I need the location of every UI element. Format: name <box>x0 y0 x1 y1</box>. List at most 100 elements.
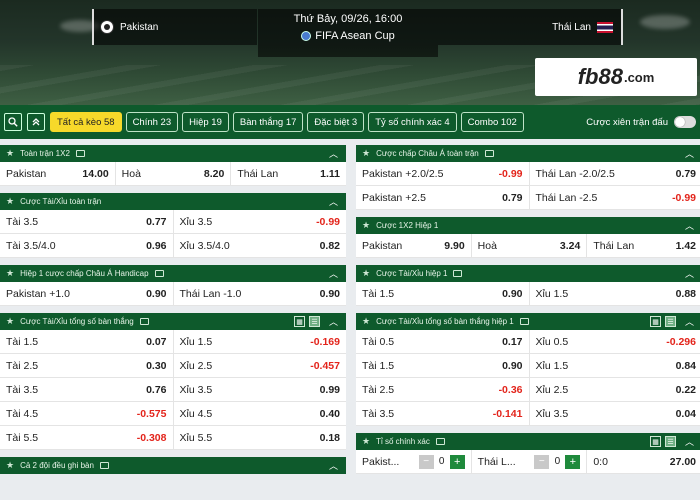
left-market-column: ★ Toàn trận 1X2 ︿ Pakistan 14.00 Hoà 8.20 … <box>0 145 346 481</box>
tab-main[interactable]: Chính 23 <box>125 112 179 132</box>
tab-goals[interactable]: Bàn thắng 17 <box>232 112 304 132</box>
odds-cell[interactable]: Tài 2.5 -0.36 <box>356 378 530 401</box>
panel-header[interactable]: ★ Tỉ số chính xác ▦ ☰ ︿ <box>356 433 700 450</box>
odds-cell[interactable]: Xỉu 2.5 -0.457 <box>174 354 347 377</box>
panel-header[interactable]: ★ Toàn trận 1X2 ︿ <box>0 145 346 162</box>
odds-cell[interactable]: Xỉu 3.5 -0.99 <box>174 210 347 233</box>
panel-header[interactable]: ★ Cả 2 đội đều ghi bàn ︿ <box>0 457 346 474</box>
tab-combo[interactable]: Combo 102 <box>460 112 524 132</box>
odds-cell[interactable]: Tài 3.5 -0.141 <box>356 402 530 425</box>
chevron-up-icon[interactable]: ︿ <box>329 267 338 280</box>
odds-cell[interactable]: Tài 3.5 0.77 <box>0 210 174 233</box>
odds-cell[interactable]: Tài 1.5 0.90 <box>356 282 530 305</box>
live-tv-icon <box>484 150 494 157</box>
away-minus-button[interactable]: − <box>534 454 550 469</box>
odds-cell[interactable]: Xỉu 2.5 0.22 <box>530 378 700 401</box>
grid-view-icon[interactable]: ▦ <box>294 316 305 327</box>
chevron-up-icon[interactable]: ︿ <box>685 435 694 448</box>
chevron-up-icon[interactable]: ︿ <box>685 315 694 328</box>
odds-cell[interactable]: Thái Lan -1.0 0.90 <box>174 282 347 305</box>
star-icon[interactable]: ★ <box>6 268 14 279</box>
tab-correct-score[interactable]: Tỷ số chính xác 4 <box>368 112 457 132</box>
home-minus-button[interactable]: − <box>418 454 434 469</box>
star-icon[interactable]: ★ <box>6 460 14 471</box>
odds-cell[interactable]: Tài 1.5 0.07 <box>0 330 174 353</box>
chevron-up-icon[interactable]: ︿ <box>685 147 694 160</box>
panel-header[interactable]: ★ Cược 1X2 Hiệp 1 ︿ <box>356 217 700 234</box>
odds-cell[interactable]: Hoà 3.24 <box>472 234 588 257</box>
panel-header[interactable]: ★ Cược Tài/Xỉu tổng số bàn thắng ▦ ☰ ︿ <box>0 313 346 330</box>
tab-half[interactable]: Hiệp 19 <box>182 112 229 132</box>
list-view-icon[interactable]: ☰ <box>665 436 676 447</box>
odds-cell[interactable]: Tài 5.5 -0.308 <box>0 426 174 449</box>
grid-view-icon[interactable]: ▦ <box>650 316 661 327</box>
search-icon[interactable] <box>4 113 22 131</box>
panel-header[interactable]: ★ Cược Tài/Xỉu toàn trận ︿ <box>0 193 346 210</box>
competition-icon <box>301 31 312 41</box>
odds-cell[interactable]: Xỉu 1.5 0.84 <box>530 354 700 377</box>
odds-row: Pakistan +1.0 0.90 Thái Lan -1.0 0.90 <box>0 282 346 306</box>
odds-cell[interactable]: Thái Lan 1.11 <box>231 162 346 185</box>
home-team: Pakistan <box>92 9 257 45</box>
star-icon[interactable]: ★ <box>362 220 370 231</box>
grid-view-icon[interactable]: ▦ <box>650 436 661 447</box>
odds-cell[interactable]: 0:0 27.00 <box>587 450 700 473</box>
chevron-up-icon[interactable]: ︿ <box>685 267 694 280</box>
odds-cell[interactable]: Xỉu 3.5/4.0 0.82 <box>174 234 347 257</box>
star-icon[interactable]: ★ <box>6 148 14 159</box>
odds-cell[interactable]: Pakistan 14.00 <box>0 162 116 185</box>
panel-title: Cược Tài/Xỉu tổng số bàn thắng hiệp 1 <box>376 317 514 326</box>
odds-cell[interactable]: Tài 1.5 0.90 <box>356 354 530 377</box>
odds-cell[interactable]: Xỉu 5.5 0.18 <box>174 426 347 449</box>
panel-header[interactable]: ★ Cược Tài/Xỉu hiệp 1 ︿ <box>356 265 700 282</box>
odds-cell[interactable]: Xỉu 0.5 -0.296 <box>530 330 700 353</box>
panel-header[interactable]: ★ Hiệp 1 cược chấp Châu Á Handicap ︿ <box>0 265 346 282</box>
live-tv-icon <box>154 270 164 277</box>
odds-cell[interactable]: Tài 3.5/4.0 0.96 <box>0 234 174 257</box>
odds-row: Tài 0.5 0.17 Xỉu 0.5 -0.296 <box>356 330 700 354</box>
panel-header[interactable]: ★ Cược Tài/Xỉu tổng số bàn thắng hiệp 1 … <box>356 313 700 330</box>
tab-special[interactable]: Đặc biệt 3 <box>307 112 365 132</box>
odds-cell[interactable]: Tài 0.5 0.17 <box>356 330 530 353</box>
chevron-up-icon[interactable]: ︿ <box>329 459 338 472</box>
market-panel-half-1x2: ★ Cược 1X2 Hiệp 1 ︿ Pakistan 9.90 Hoà 3.24… <box>356 217 700 258</box>
odds-row: Tài 1.5 0.90 Xỉu 1.5 0.84 <box>356 354 700 378</box>
odds-cell[interactable]: Pakistan +2.5 0.79 <box>356 186 530 209</box>
home-plus-button[interactable]: + <box>449 454 465 469</box>
star-icon[interactable]: ★ <box>362 316 370 327</box>
odds-cell[interactable]: Thái Lan -2.0/2.5 0.79 <box>530 162 700 185</box>
list-view-icon[interactable]: ☰ <box>309 316 320 327</box>
tab-all[interactable]: Tất cả kèo 58 <box>50 112 122 132</box>
home-team-short: Pakist... <box>362 455 400 468</box>
odds-cell[interactable]: Hoà 8.20 <box>116 162 232 185</box>
odds-cell[interactable]: Pakistan +1.0 0.90 <box>0 282 174 305</box>
collapse-all-icon[interactable] <box>27 113 45 131</box>
star-icon[interactable]: ★ <box>6 196 14 207</box>
chevron-up-icon[interactable]: ︿ <box>329 195 338 208</box>
away-team-short: Thái L... <box>477 455 516 468</box>
star-icon[interactable]: ★ <box>362 436 370 447</box>
odds-cell[interactable]: Tài 3.5 0.76 <box>0 378 174 401</box>
star-icon[interactable]: ★ <box>362 268 370 279</box>
parlay-toggle[interactable] <box>674 116 696 128</box>
odds-cell[interactable]: Pakistan +2.0/2.5 -0.99 <box>356 162 530 185</box>
market-toolbar: Tất cả kèo 58 Chính 23 Hiệp 19 Bàn thắng… <box>0 105 700 139</box>
odds-cell[interactable]: Thái Lan -2.5 -0.99 <box>530 186 700 209</box>
odds-cell[interactable]: Tài 2.5 0.30 <box>0 354 174 377</box>
odds-cell[interactable]: Pakistan 9.90 <box>356 234 472 257</box>
odds-cell[interactable]: Tài 4.5 -0.575 <box>0 402 174 425</box>
odds-cell[interactable]: Xỉu 4.5 0.40 <box>174 402 347 425</box>
star-icon[interactable]: ★ <box>362 148 370 159</box>
star-icon[interactable]: ★ <box>6 316 14 327</box>
chevron-up-icon[interactable]: ︿ <box>329 147 338 160</box>
odds-cell[interactable]: Xỉu 3.5 0.99 <box>174 378 347 401</box>
list-view-icon[interactable]: ☰ <box>665 316 676 327</box>
odds-cell[interactable]: Xỉu 1.5 0.88 <box>530 282 700 305</box>
odds-cell[interactable]: Thái Lan 1.42 <box>587 234 700 257</box>
odds-cell[interactable]: Xỉu 1.5 -0.169 <box>174 330 347 353</box>
away-plus-button[interactable]: + <box>565 454 581 469</box>
panel-header[interactable]: ★ Cược chấp Châu Á toàn trận ︿ <box>356 145 700 162</box>
chevron-up-icon[interactable]: ︿ <box>685 219 694 232</box>
odds-cell[interactable]: Xỉu 3.5 0.04 <box>530 402 700 425</box>
chevron-up-icon[interactable]: ︿ <box>329 315 338 328</box>
